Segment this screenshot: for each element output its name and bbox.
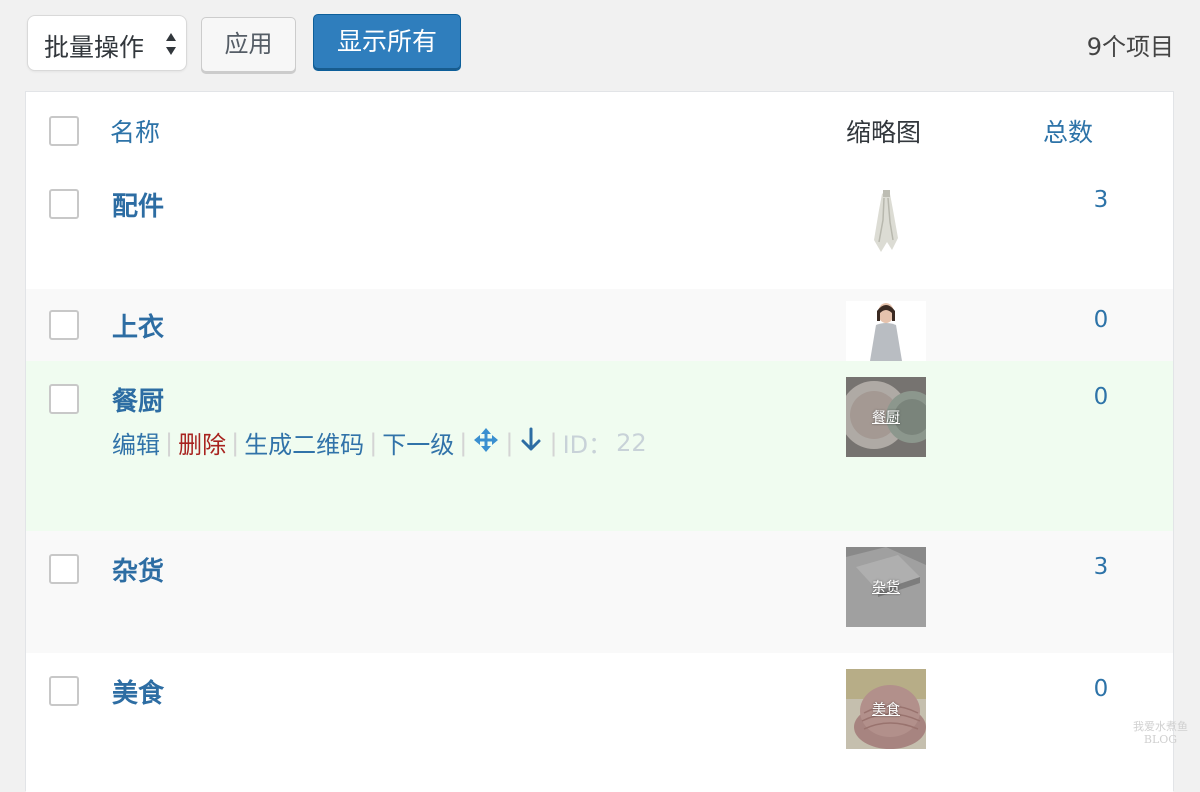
watermark-line1: 我爱水煮鱼 [1133, 720, 1188, 733]
row-checkbox[interactable] [49, 310, 79, 340]
category-count-link[interactable]: 0 [1056, 307, 1146, 333]
category-count-link[interactable]: 3 [1056, 187, 1146, 213]
row-checkbox[interactable] [49, 189, 79, 219]
move-icon[interactable] [472, 426, 500, 460]
table-row: 餐厨 编辑 | 删除 | 生成二维码 | 下一级 | | | ID： 22 餐厨 0 [26, 361, 1173, 531]
separator: | [459, 428, 468, 457]
category-count-link[interactable]: 3 [1056, 554, 1146, 580]
table-header: 名称 缩略图 总数 [26, 92, 1173, 165]
separator: | [549, 428, 558, 457]
category-name-link[interactable]: 餐厨 [112, 381, 164, 418]
watermark-line2: BLOG [1143, 733, 1178, 746]
delete-link[interactable]: 删除 [178, 431, 226, 459]
add-child-link[interactable]: 下一级 [382, 431, 454, 459]
generate-qrcode-link[interactable]: 生成二维码 [244, 431, 364, 459]
category-table: 名称 缩略图 总数 配件 3 上衣 0 餐厨 编辑 | 删除 | 生成二维码 |… [25, 91, 1174, 792]
select-all-checkbox[interactable] [49, 116, 79, 146]
category-name-link[interactable]: 美食 [112, 673, 164, 710]
thumbnail-label: 杂货 [872, 580, 900, 596]
item-count: 9个项目 [1086, 33, 1174, 61]
row-checkbox[interactable] [49, 676, 79, 706]
separator: | [369, 428, 378, 457]
column-header-name[interactable]: 名称 [110, 113, 160, 149]
table-row: 上衣 0 [26, 289, 1173, 361]
column-header-count[interactable]: 总数 [1043, 113, 1093, 149]
category-thumbnail [846, 180, 926, 260]
arrow-down-icon[interactable] [518, 426, 544, 460]
column-header-thumbnail: 缩略图 [846, 118, 922, 147]
category-count-link[interactable]: 0 [1056, 676, 1146, 702]
id-label: ID： [562, 431, 613, 459]
row-checkbox[interactable] [49, 554, 79, 584]
category-name-link[interactable]: 配件 [112, 186, 164, 223]
row-actions: 编辑 | 删除 | 生成二维码 | 下一级 | | | ID： 22 [112, 425, 647, 460]
show-all-button[interactable]: 显示所有 [313, 14, 461, 71]
watermark: 我爱水煮鱼 BLOG [1133, 720, 1188, 746]
bulk-actions-select[interactable]: 批量操作 [27, 15, 187, 71]
category-thumbnail: 杂货 [846, 547, 926, 627]
id-value: 22 [616, 428, 647, 457]
bulk-actions-label: 批量操作 [44, 33, 145, 62]
separator: | [505, 428, 514, 457]
apply-button[interactable]: 应用 [201, 17, 296, 72]
thumbnail-label: 美食 [872, 702, 900, 718]
table-row: 配件 3 [26, 164, 1173, 289]
separator: | [165, 428, 174, 457]
category-count-link[interactable]: 0 [1056, 384, 1146, 410]
category-thumbnail [846, 301, 926, 361]
edit-link[interactable]: 编辑 [112, 431, 160, 459]
thumbnail-label: 餐厨 [872, 410, 900, 426]
category-name-link[interactable]: 上衣 [112, 307, 164, 344]
sort-arrows-icon [166, 33, 176, 55]
table-row: 美食 美食 0 [26, 653, 1173, 792]
separator: | [231, 428, 240, 457]
row-checkbox[interactable] [49, 384, 79, 414]
category-thumbnail: 餐厨 [846, 377, 926, 457]
category-thumbnail: 美食 [846, 669, 926, 749]
toolbar: 批量操作 应用 显示所有 9个项目 [0, 0, 1200, 90]
table-row: 杂货 杂货 3 [26, 531, 1173, 653]
category-name-link[interactable]: 杂货 [112, 551, 164, 588]
